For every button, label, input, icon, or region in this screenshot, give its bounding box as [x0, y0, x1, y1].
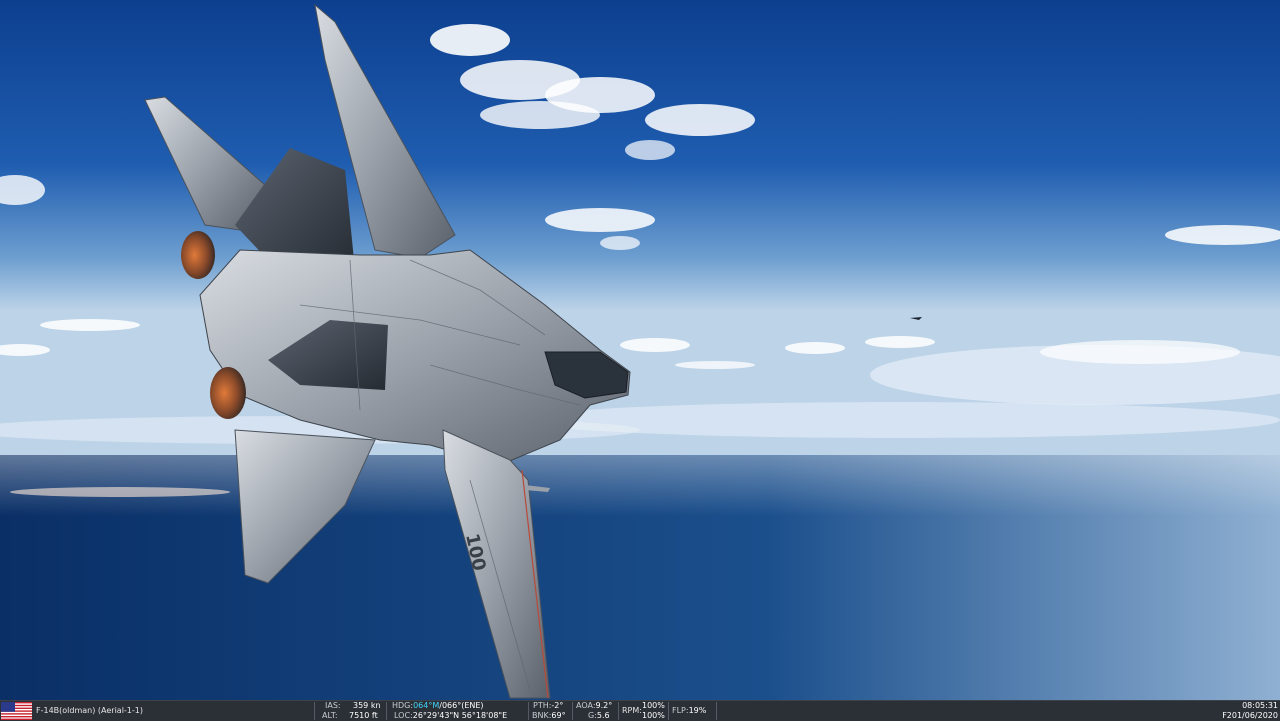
aoa-label: AOA: [576, 701, 596, 710]
ias-value: 359 kn [353, 701, 381, 710]
g-label: G: [588, 711, 597, 720]
sim-time: 08:05:31 [1242, 701, 1278, 710]
hdg-magnetic: 064°M [413, 701, 440, 710]
status-bar: F-14B(oldman) (Aerial-1-1) IAS: 359 kn A… [0, 700, 1280, 721]
hdg-label: HDG: [392, 701, 414, 710]
aircraft-name: F-14B(oldman) (Aerial-1-1) [36, 706, 143, 715]
flp-label: FLP: [672, 706, 689, 715]
aoa-value: 9.2° [595, 701, 613, 710]
pth-label: PTH: [533, 701, 552, 710]
hdg-true: /066°(ENE) [439, 701, 484, 710]
flp-value: 19% [688, 706, 707, 715]
pth-value: -2° [551, 701, 564, 710]
engine-nozzle-upper [181, 231, 215, 279]
us-flag-icon [1, 702, 32, 720]
g-value: 5.6 [596, 711, 610, 720]
bnk-label: BNK: [532, 711, 552, 720]
ias-label: IAS: [325, 701, 341, 710]
rpm-label: RPM: [622, 706, 642, 715]
engine-nozzle-lower [210, 367, 246, 419]
rpm-value-left: 100% [642, 701, 665, 710]
loc-label: LOC: [394, 711, 413, 720]
loc-value: 26°29'43"N 56°18'08"E [412, 711, 508, 720]
game-viewport: 100 [0, 0, 1280, 700]
bnk-value: 69° [551, 711, 566, 720]
